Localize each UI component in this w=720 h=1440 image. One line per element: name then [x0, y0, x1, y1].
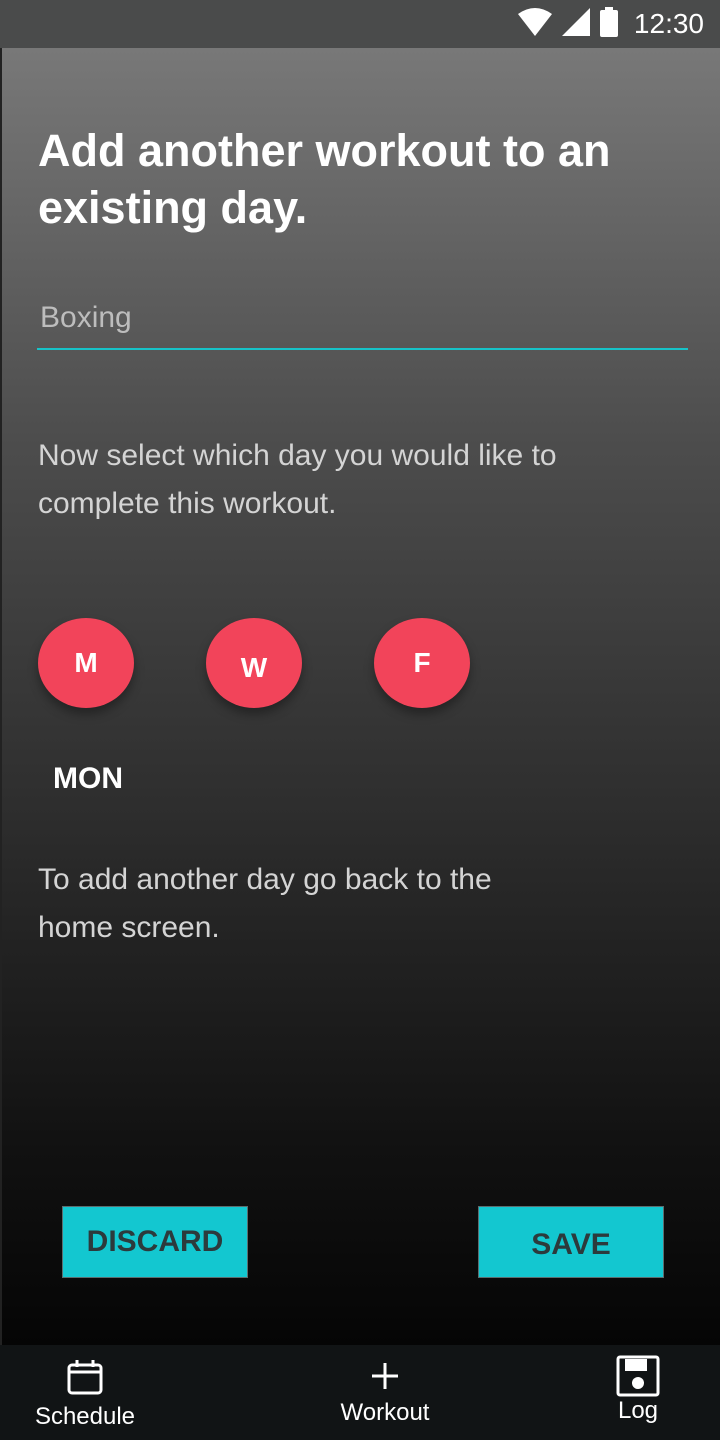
instruction-text: Now select which day you would like to c… [38, 439, 557, 520]
cell-signal-icon [561, 7, 590, 41]
nav-item-log[interactable]: Log [588, 1345, 688, 1440]
day-button-friday[interactable]: F [374, 618, 470, 708]
discard-button[interactable]: DISCARD [62, 1206, 248, 1278]
status-time: 12:30 [633, 8, 704, 39]
status-icons: 12:30 [517, 0, 704, 48]
wifi-icon [517, 7, 552, 41]
nav-label-log: Log [617, 1397, 659, 1424]
selected-day-label: MON [53, 762, 123, 795]
nav-label-workout: Workout [340, 1399, 430, 1426]
nav-item-workout[interactable]: Workout [330, 1345, 440, 1440]
add-workout-screen: Add another workout to an existing day. … [0, 48, 720, 1345]
status-bar: 12:30 [0, 0, 720, 48]
workout-name-input[interactable] [37, 294, 688, 350]
calendar-icon [67, 1359, 103, 1395]
hint-text: To add another day go back to the home s… [38, 863, 492, 944]
save-button[interactable]: SAVE [478, 1206, 664, 1278]
day-button-wednesday[interactable]: W [206, 618, 302, 708]
nav-label-schedule: Schedule [34, 1403, 136, 1430]
nav-item-schedule[interactable]: Schedule [30, 1345, 140, 1440]
save-icon [616, 1355, 660, 1397]
day-button-monday[interactable]: M [38, 618, 134, 708]
page-title: Add another workout to an existing day. [38, 125, 611, 233]
bottom-nav: Schedule Workout Log [0, 1345, 720, 1440]
plus-icon [372, 1363, 398, 1389]
battery-icon [599, 6, 618, 42]
